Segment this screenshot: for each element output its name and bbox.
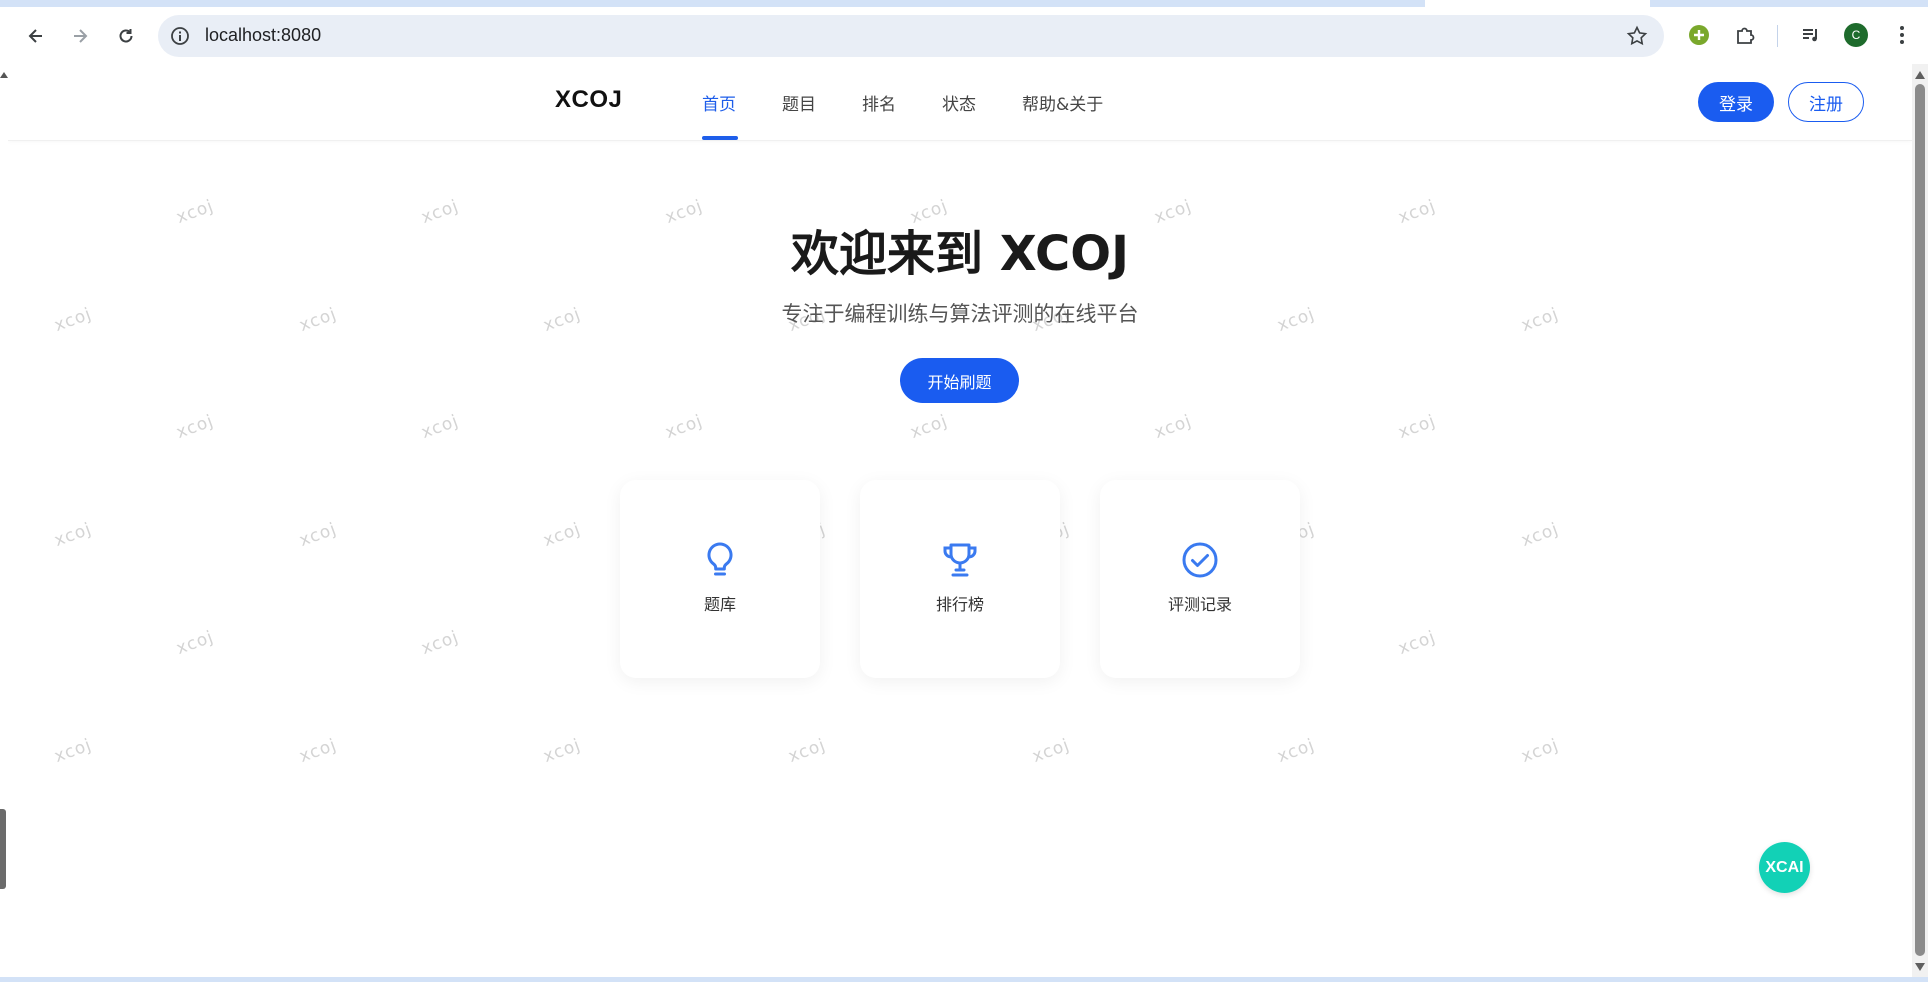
left-panel-edge bbox=[0, 64, 8, 977]
extension-plus-icon[interactable] bbox=[1686, 22, 1712, 48]
page-viewport: xcoj xcoj xcoj xcoj xcoj xcoj xcoj xcoj xcoj xcoj… bbox=[8, 64, 1912, 977]
watermark-text: xcoj bbox=[1151, 411, 1195, 443]
tab-strip bbox=[0, 0, 1928, 7]
scrollbar-thumb[interactable] bbox=[1915, 84, 1925, 956]
watermark-text: xcoj bbox=[540, 735, 584, 767]
watermark-text: xcoj bbox=[1274, 735, 1318, 767]
nav-active-indicator bbox=[702, 136, 738, 140]
watermark-text: xcoj bbox=[173, 627, 217, 659]
watermark-text: xcoj bbox=[907, 411, 951, 443]
address-bar[interactable]: localhost:8080 bbox=[158, 15, 1664, 57]
watermark-text: xcoj bbox=[785, 735, 829, 767]
watermark-text: xcoj bbox=[1518, 735, 1562, 767]
lightbulb-icon bbox=[707, 542, 733, 576]
watermark-text: xcoj bbox=[540, 519, 584, 551]
feature-card-problem-bank[interactable]: 题库 bbox=[620, 480, 820, 678]
profile-avatar[interactable]: C bbox=[1843, 22, 1869, 48]
nav-status[interactable]: 状态 bbox=[942, 90, 976, 115]
feature-card-leaderboard[interactable]: 排行榜 bbox=[860, 480, 1060, 678]
watermark-text: xcoj bbox=[418, 411, 462, 443]
side-panel-handle[interactable] bbox=[0, 809, 6, 889]
hero-title: 欢迎来到 XCOJ bbox=[791, 226, 1129, 282]
window-bottom-edge bbox=[0, 977, 1928, 982]
watermark-text: xcoj bbox=[662, 411, 706, 443]
forward-icon[interactable] bbox=[64, 20, 96, 52]
back-icon[interactable] bbox=[20, 20, 52, 52]
watermark-text: xcoj bbox=[296, 519, 340, 551]
page-scrollbar[interactable] bbox=[1912, 64, 1928, 977]
ai-assistant-button[interactable]: XCAI bbox=[1759, 842, 1810, 893]
watermark-text: xcoj bbox=[296, 735, 340, 767]
extensions-puzzle-icon[interactable] bbox=[1732, 22, 1758, 48]
profile-initial: C bbox=[1844, 23, 1868, 47]
scroll-up-arrow-icon bbox=[0, 72, 8, 78]
browser-toolbar: localhost:8080 C bbox=[0, 0, 1928, 64]
hero-subtitle: 专注于编程训练与算法评测的在线平台 bbox=[781, 302, 1139, 326]
check-circle-icon bbox=[1182, 542, 1218, 578]
scroll-up-icon[interactable] bbox=[1915, 71, 1925, 79]
watermark-text: xcoj bbox=[1395, 411, 1439, 443]
watermark-text: xcoj bbox=[1029, 735, 1073, 767]
toolbar-divider bbox=[1777, 25, 1778, 47]
login-button[interactable]: 登录 bbox=[1698, 82, 1774, 122]
watermark-text: xcoj bbox=[173, 411, 217, 443]
url-text[interactable]: localhost:8080 bbox=[205, 25, 321, 46]
menu-kebab-icon[interactable] bbox=[1889, 22, 1915, 48]
feature-label: 排行榜 bbox=[935, 595, 984, 614]
nav-ranking[interactable]: 排名 bbox=[862, 90, 896, 115]
nav-problems[interactable]: 题目 bbox=[782, 90, 816, 115]
trophy-icon bbox=[943, 543, 977, 577]
bookmark-star-icon[interactable] bbox=[1626, 25, 1648, 47]
watermark-text: xcoj bbox=[51, 735, 95, 767]
start-practice-button[interactable]: 开始刷题 bbox=[900, 358, 1019, 403]
scroll-down-icon[interactable] bbox=[1915, 963, 1925, 971]
nav-help-about[interactable]: 帮助&关于 bbox=[1022, 90, 1103, 115]
watermark-text: xcoj bbox=[1518, 519, 1562, 551]
watermark-text: xcoj bbox=[1395, 627, 1439, 659]
feature-label: 题库 bbox=[703, 595, 736, 614]
site-info-icon[interactable] bbox=[169, 25, 191, 47]
watermark-text: xcoj bbox=[418, 627, 462, 659]
feature-card-judge-records[interactable]: 评测记录 bbox=[1100, 480, 1300, 678]
feature-label: 评测记录 bbox=[1167, 595, 1232, 614]
site-logo[interactable]: XCOJ bbox=[555, 86, 622, 114]
site-header: XCOJ 首页 题目 排名 状态 帮助&关于 登录 注册 bbox=[8, 64, 1912, 141]
nav-home[interactable]: 首页 bbox=[702, 90, 736, 115]
media-control-icon[interactable] bbox=[1798, 22, 1824, 48]
register-button[interactable]: 注册 bbox=[1788, 82, 1864, 122]
watermark-text: xcoj bbox=[51, 519, 95, 551]
reload-icon[interactable] bbox=[110, 20, 142, 52]
